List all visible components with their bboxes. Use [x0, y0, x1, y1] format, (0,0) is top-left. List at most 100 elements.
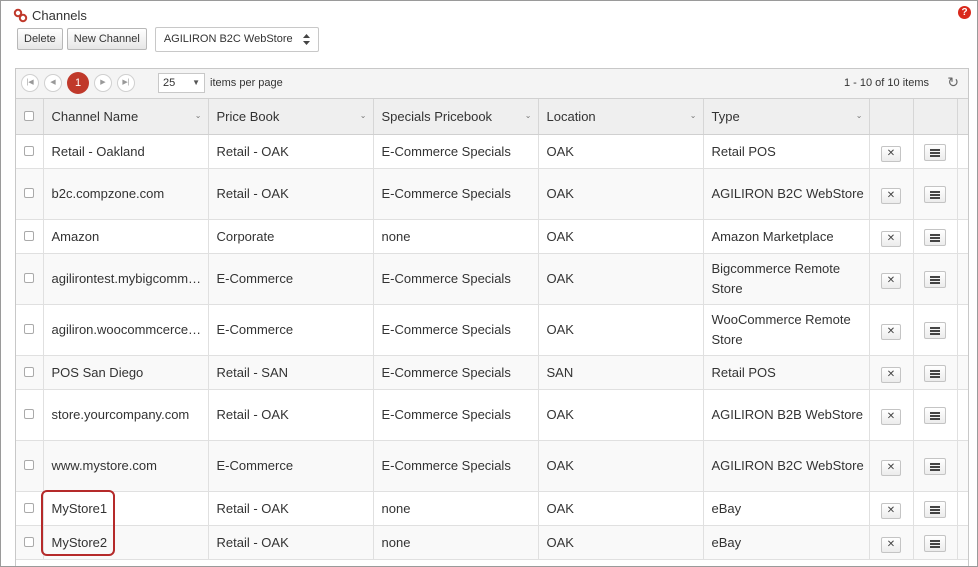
table-row[interactable]: b2c.compzone.com Retail - OAK E-Commerce S… [16, 168, 968, 220]
type-cell: Retail POS [703, 355, 870, 390]
row-menu-cell [913, 389, 958, 441]
new-channel-button[interactable]: New Channel [66, 28, 147, 50]
menu-icon[interactable] [924, 364, 946, 382]
last-page-icon[interactable]: ▶| [117, 74, 135, 92]
menu-icon[interactable] [924, 271, 946, 289]
chevron-down-icon[interactable]: ⌄ [525, 111, 532, 120]
row-select-cell [16, 168, 44, 220]
channel-name-cell: www.mystore.com [43, 440, 209, 492]
chevron-down-icon[interactable]: ⌄ [360, 111, 367, 120]
scroll-gutter [957, 253, 968, 305]
chevron-down-icon[interactable]: ⌄ [690, 111, 697, 120]
row-select-cell [16, 525, 44, 560]
location-cell: OAK [538, 253, 704, 305]
first-page-icon[interactable]: |◀ [21, 74, 39, 92]
menu-icon[interactable] [924, 407, 946, 425]
row-select-cell [16, 253, 44, 305]
close-icon[interactable]: ✕ [881, 324, 901, 340]
table-row[interactable]: store.yourcompany.com Retail - OAK E-Comme… [16, 389, 968, 441]
menu-icon[interactable] [924, 322, 946, 340]
column-header-delete [869, 99, 914, 135]
row-checkbox[interactable] [24, 502, 35, 513]
store-select-value: AGILIRON B2C WebStore [163, 33, 293, 45]
row-checkbox[interactable] [24, 188, 35, 198]
column-header-type[interactable]: Type ⌄ [703, 99, 870, 135]
chevron-down-icon[interactable]: ⌄ [856, 111, 863, 120]
row-delete-cell: ✕ [869, 168, 914, 220]
column-header-scroll [957, 99, 968, 135]
table-row[interactable]: POS San Diego Retail - SAN E-Commerce Spec… [16, 355, 968, 390]
type-cell: eBay [703, 491, 870, 526]
scroll-gutter [957, 304, 968, 356]
row-menu-cell [913, 168, 958, 220]
row-checkbox[interactable] [24, 273, 35, 283]
row-checkbox[interactable] [24, 409, 35, 419]
row-checkbox[interactable] [24, 536, 35, 547]
close-icon[interactable]: ✕ [881, 366, 901, 383]
row-delete-cell: ✕ [869, 389, 914, 441]
refresh-icon[interactable]: ↻ [947, 74, 959, 91]
select-all-checkbox[interactable] [24, 111, 35, 121]
table-row[interactable]: Retail - Oakland Retail - OAK E-Commerce S… [16, 134, 968, 169]
row-checkbox[interactable] [24, 230, 35, 241]
location-cell: OAK [538, 168, 704, 220]
row-select-cell [16, 440, 44, 492]
channel-name-cell: Retail - Oakland [43, 134, 209, 169]
link-icon [13, 8, 28, 22]
specials-pricebook-cell: none [373, 491, 539, 526]
menu-icon[interactable] [924, 500, 946, 518]
column-header-channel-name[interactable]: Channel Name ⌄ [43, 99, 209, 135]
row-select-cell [16, 355, 44, 390]
channel-name-cell: agiliron.woocommcerce… [43, 304, 209, 356]
page-size-select[interactable]: 25 ▼ [158, 73, 205, 93]
delete-button[interactable]: Delete [17, 28, 63, 50]
row-menu-cell [913, 355, 958, 390]
scroll-gutter [957, 389, 968, 441]
type-cell: AGILIRON B2C WebStore [703, 168, 870, 220]
menu-icon[interactable] [924, 534, 946, 552]
menu-icon[interactable] [924, 228, 946, 246]
scroll-gutter [957, 525, 968, 560]
close-icon[interactable]: ✕ [881, 145, 901, 162]
close-icon[interactable]: ✕ [881, 409, 901, 425]
next-page-icon[interactable]: ▶ [94, 74, 112, 92]
table-row[interactable]: MyStore2 Retail - OAK none OAK eBay ✕ [16, 525, 968, 560]
menu-icon[interactable] [924, 458, 946, 476]
scroll-gutter [957, 491, 968, 526]
scroll-gutter [957, 219, 968, 254]
price-book-cell: E-Commerce [208, 440, 374, 492]
scroll-gutter [957, 355, 968, 390]
column-label: Location [546, 109, 596, 124]
close-icon[interactable]: ✕ [881, 502, 901, 519]
prev-page-icon[interactable]: ◀ [44, 74, 62, 92]
current-page[interactable]: 1 [67, 72, 89, 94]
location-cell: OAK [538, 304, 704, 356]
table-row[interactable]: agiliron.woocommcerce… E-Commerce E-Commer… [16, 304, 968, 356]
table-row[interactable]: www.mystore.com E-Commerce E-Commerce Spec… [16, 440, 968, 492]
close-icon[interactable]: ✕ [881, 273, 901, 289]
channel-name-cell: agilirontest.mybigcomm… [43, 253, 209, 305]
row-checkbox[interactable] [24, 324, 35, 334]
table-row[interactable]: agilirontest.mybigcomm… E-Commerce E-Comme… [16, 253, 968, 305]
table-row[interactable]: MyStore1 Retail - OAK none OAK eBay ✕ [16, 491, 968, 526]
help-icon[interactable]: ? [958, 6, 971, 19]
menu-icon[interactable] [924, 143, 946, 161]
column-header-location[interactable]: Location ⌄ [538, 99, 704, 135]
store-select[interactable]: AGILIRON B2C WebStore [154, 27, 319, 52]
table-row[interactable]: Amazon Corporate none OAK Amazon Marketplace… [16, 219, 968, 254]
price-book-cell: Retail - OAK [208, 389, 374, 441]
close-icon[interactable]: ✕ [881, 536, 901, 553]
specials-pricebook-cell: E-Commerce Specials [373, 440, 539, 492]
panel-header: Channels [13, 6, 87, 24]
row-menu-cell [913, 219, 958, 254]
column-header-price-book[interactable]: Price Book ⌄ [208, 99, 374, 135]
row-checkbox[interactable] [24, 366, 35, 377]
close-icon[interactable]: ✕ [881, 188, 901, 204]
close-icon[interactable]: ✕ [881, 230, 901, 247]
menu-icon[interactable] [924, 186, 946, 204]
column-header-specials-pricebook[interactable]: Specials Pricebook ⌄ [373, 99, 539, 135]
close-icon[interactable]: ✕ [881, 460, 901, 476]
chevron-down-icon[interactable]: ⌄ [195, 111, 202, 120]
row-checkbox[interactable] [24, 145, 35, 156]
row-checkbox[interactable] [24, 460, 35, 470]
